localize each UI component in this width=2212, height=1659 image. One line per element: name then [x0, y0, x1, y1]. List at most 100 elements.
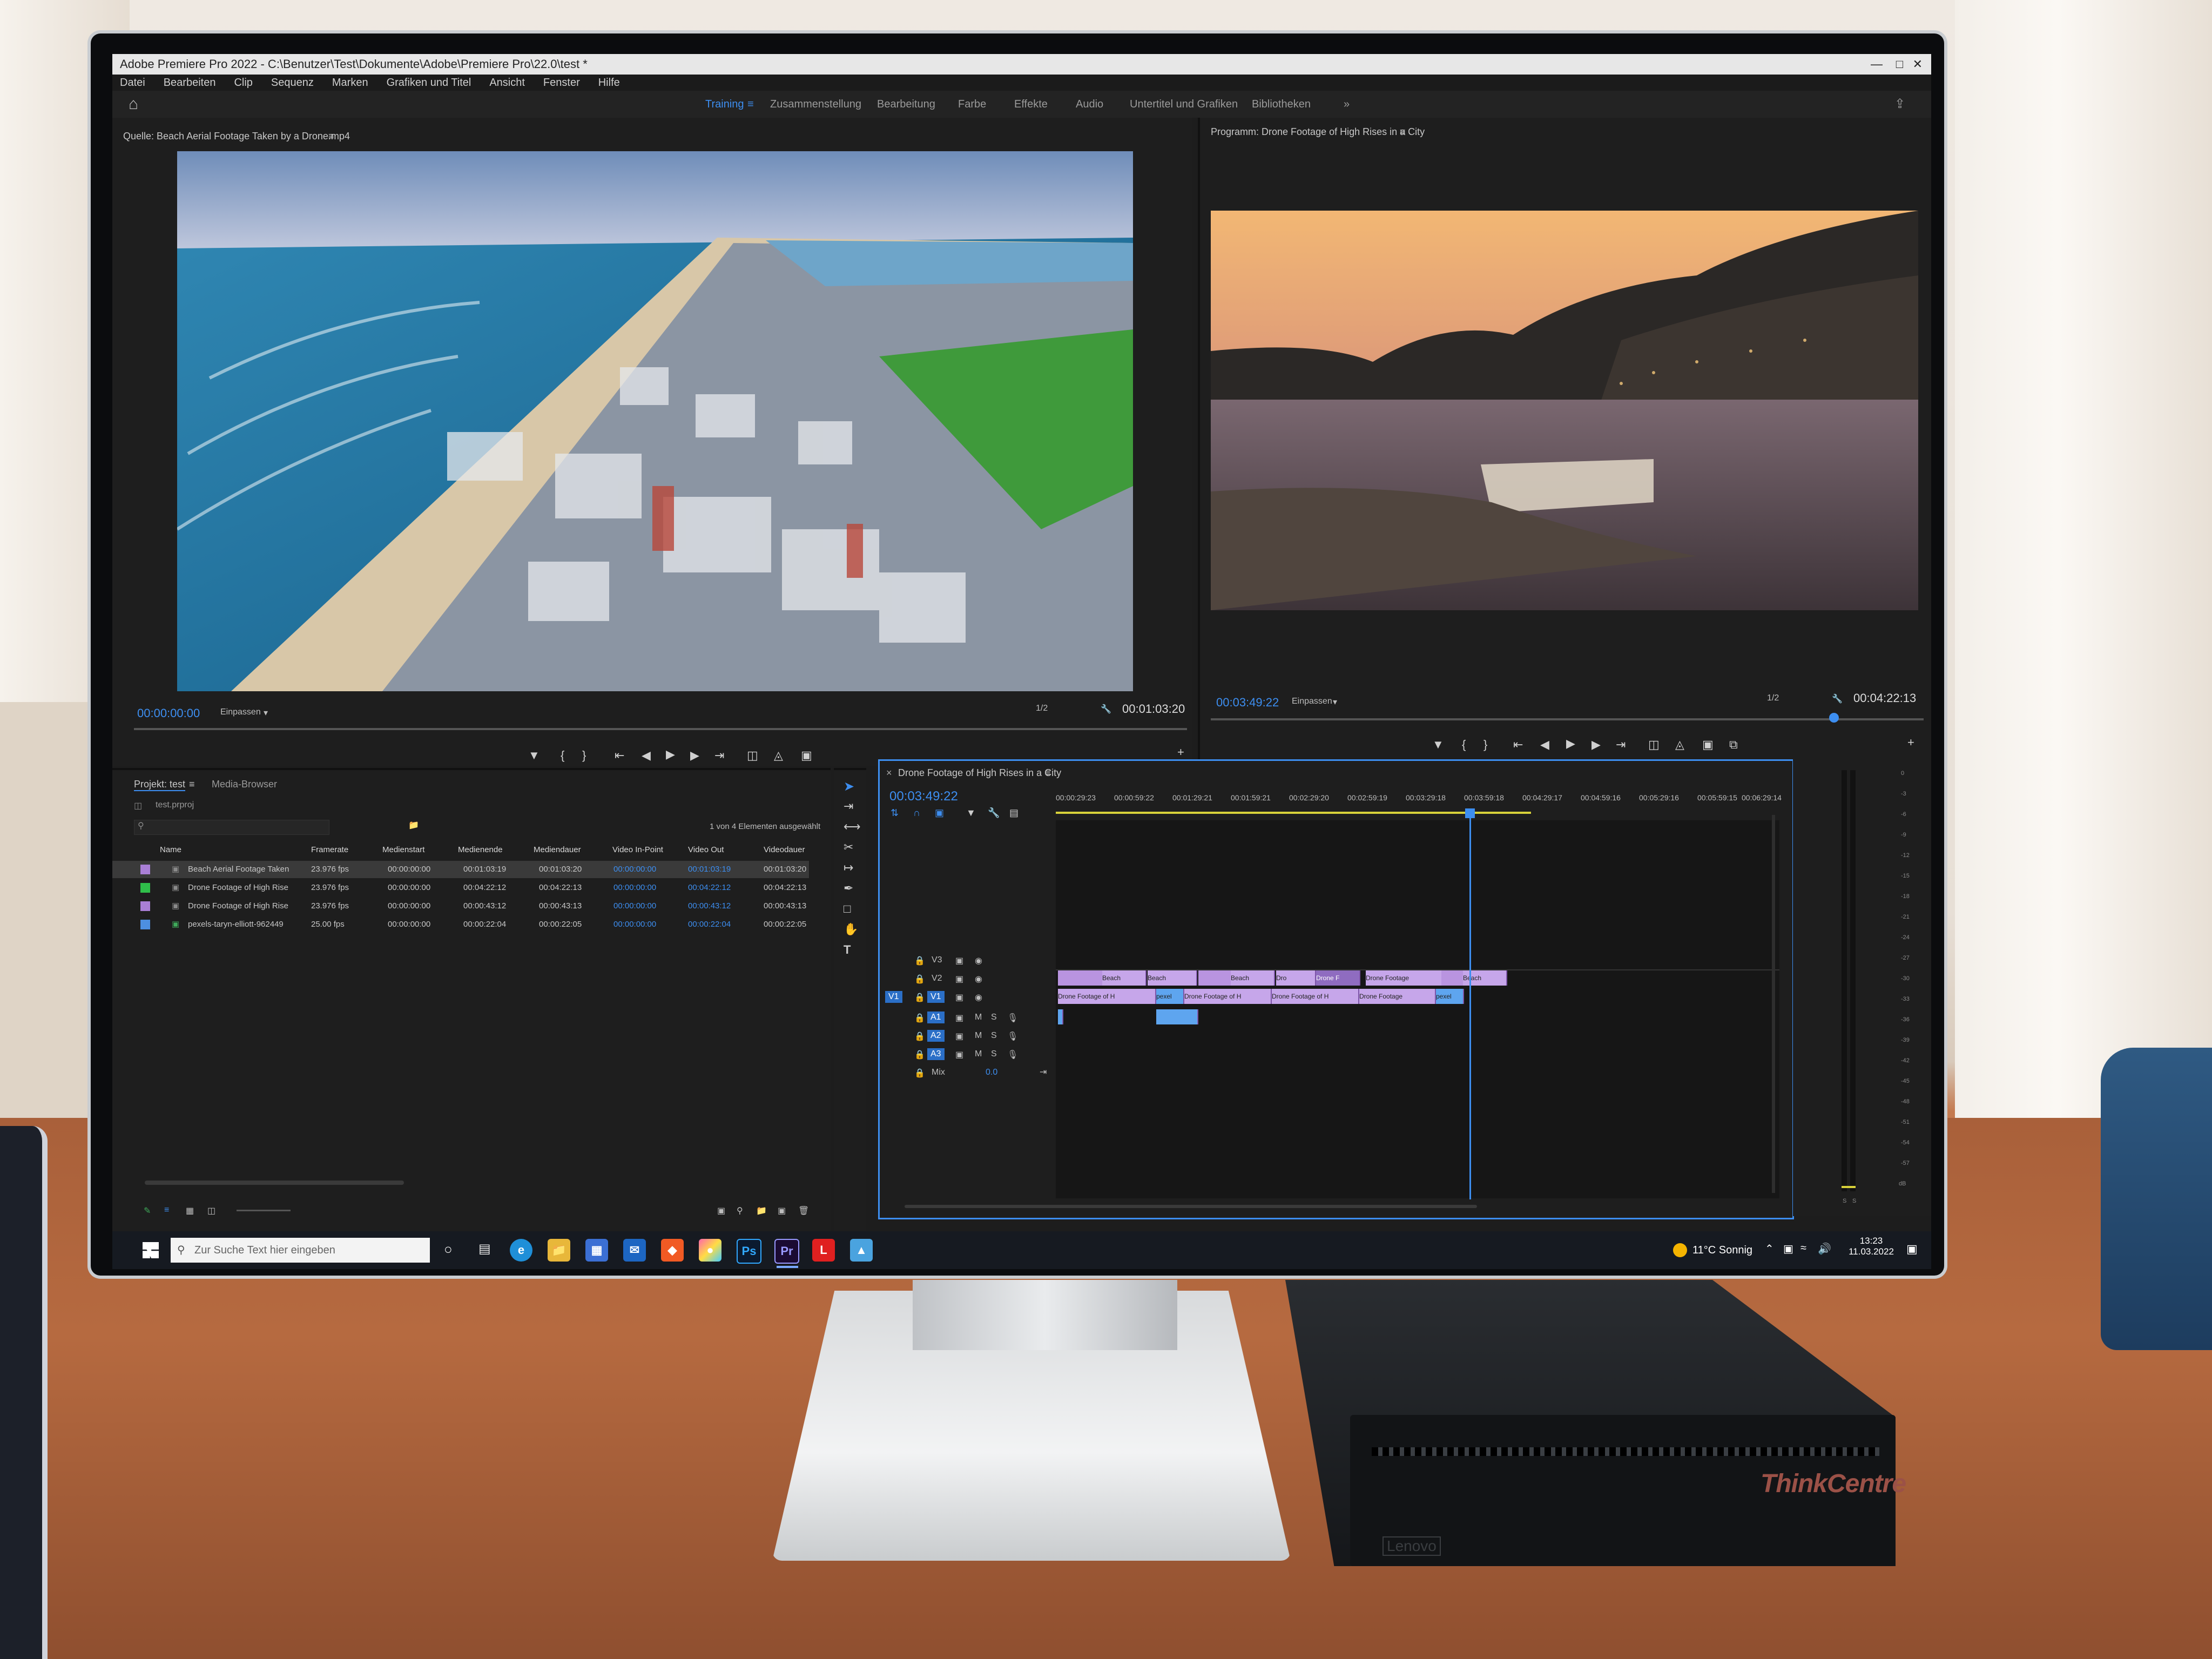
mute-button[interactable]: M — [975, 1049, 982, 1059]
cortana-icon[interactable]: ○ — [444, 1241, 453, 1258]
weather-sun-icon[interactable] — [1673, 1243, 1687, 1257]
project-search-input[interactable]: ⚲ — [134, 820, 329, 835]
solo-button[interactable]: S — [991, 1013, 997, 1022]
menu-fenster[interactable]: Fenster — [543, 77, 580, 89]
clip-in-point[interactable]: 00:00:00:00 — [613, 861, 656, 878]
lock-icon[interactable]: 🔒 — [914, 1031, 925, 1042]
playhead-handle[interactable] — [1465, 808, 1475, 818]
timeline-clip[interactable]: pexel — [1436, 989, 1464, 1004]
folder-icon[interactable]: 📁 — [756, 1205, 767, 1216]
menu-marken[interactable]: Marken — [332, 77, 368, 89]
lock-icon[interactable]: 🔒 — [914, 955, 925, 966]
table-row[interactable]: ▣ Beach Aerial Footage Taken 23.976 fps … — [112, 861, 809, 878]
col-name[interactable]: Name — [160, 841, 181, 859]
file-explorer-icon[interactable]: 📁 — [548, 1239, 570, 1262]
workspace-farbe[interactable]: Farbe — [958, 91, 986, 118]
workspace-zusammenstellung[interactable]: Zusammenstellung — [770, 91, 861, 118]
source-insert-icon[interactable]: ◫ — [747, 748, 758, 763]
workspace-effekte[interactable]: Effekte — [1014, 91, 1048, 118]
clip-name[interactable]: pexels-taryn-elliott-962449 — [188, 916, 284, 933]
program-scrubber[interactable] — [1211, 718, 1924, 720]
timeline-clip[interactable]: Beach — [1231, 970, 1275, 986]
timeline-clip[interactable]: Beach — [1102, 970, 1147, 986]
app-icon[interactable]: ▲ — [850, 1239, 873, 1262]
workspace-untertitel[interactable]: Untertitel und Grafiken — [1130, 91, 1238, 118]
source-overwrite-icon[interactable]: ◬ — [774, 748, 783, 763]
mic-icon[interactable]: 🎙 — [1007, 1049, 1018, 1060]
eye-icon[interactable]: ◉ — [975, 955, 982, 966]
audio-clip[interactable] — [1058, 1009, 1063, 1024]
razor-tool-icon[interactable]: ✂ — [844, 840, 853, 854]
clip-out-point[interactable]: 00:00:22:04 — [688, 916, 731, 933]
track-v1-label[interactable]: V1 — [927, 991, 945, 1003]
notifications-icon[interactable]: ▣ — [1906, 1242, 1918, 1256]
automate-icon[interactable]: ▣ — [717, 1205, 725, 1216]
timeline-timecode[interactable]: 00:03:49:22 — [889, 789, 958, 804]
track-a2-label[interactable]: A2 — [927, 1030, 945, 1042]
program-export-frame-icon[interactable]: ▣ — [1702, 738, 1714, 752]
photos-icon[interactable]: ● — [699, 1239, 721, 1262]
col-framerate[interactable]: Framerate — [311, 841, 348, 859]
track-a1-label[interactable]: A1 — [927, 1011, 945, 1023]
workspace-menu-icon[interactable]: ≡ — [747, 91, 754, 118]
source-wrench-icon[interactable]: 🔧 — [1101, 704, 1111, 714]
label-color-swatch[interactable] — [140, 865, 150, 874]
linked-selection-icon[interactable]: ▣ — [935, 807, 944, 819]
mute-button[interactable]: M — [975, 1031, 982, 1041]
clip-name[interactable]: Drone Footage of High Rise — [188, 898, 288, 915]
volume-icon[interactable]: 🔊 — [1818, 1242, 1831, 1256]
clip-in-point[interactable]: 00:00:00:00 — [613, 916, 656, 933]
program-go-to-out-icon[interactable]: ⇥ — [1616, 738, 1626, 752]
timeline-clip[interactable]: Dro — [1276, 970, 1316, 986]
toggle-sync-icon[interactable]: ▣ — [955, 1049, 963, 1060]
program-mark-in-icon[interactable]: { — [1462, 738, 1466, 752]
source-panel-menu-icon[interactable]: ≡ — [328, 131, 334, 142]
lock-icon[interactable]: 🔒 — [914, 1068, 925, 1078]
lock-icon[interactable]: 🔒 — [914, 992, 925, 1003]
clip-out-point[interactable]: 00:01:03:19 — [688, 861, 731, 878]
timeline-clip[interactable]: Drone Footage — [1366, 970, 1442, 986]
source-timecode[interactable]: 00:00:00:00 — [137, 706, 200, 720]
network-icon[interactable]: ▣ — [1783, 1242, 1793, 1256]
program-fit-chevron-icon[interactable]: ▾ — [1333, 697, 1337, 707]
workspace-audio[interactable]: Audio — [1076, 91, 1103, 118]
source-add-button-icon[interactable]: + — [1177, 745, 1184, 759]
table-row[interactable]: ▣ pexels-taryn-elliott-962449 25.00 fps … — [112, 916, 809, 933]
freeform-view-icon[interactable]: ◫ — [207, 1205, 215, 1216]
clip-out-point[interactable]: 00:04:22:12 — [688, 879, 731, 896]
timeline-settings-icon[interactable]: 🔧 — [988, 807, 1000, 819]
program-mark-out-icon[interactable]: } — [1483, 738, 1487, 752]
new-bin-icon[interactable]: 📁 — [408, 820, 419, 831]
timeline-clip-selected[interactable]: Drone F — [1316, 970, 1360, 986]
label-color-swatch[interactable] — [140, 901, 150, 911]
clip-in-point[interactable]: 00:00:00:00 — [613, 879, 656, 896]
table-row[interactable]: ▣ Drone Footage of High Rise 23.976 fps … — [112, 879, 809, 896]
tab-media-browser[interactable]: Media-Browser — [212, 779, 277, 790]
captions-icon[interactable]: ▤ — [1009, 807, 1019, 819]
program-compare-icon[interactable]: ⧉ — [1729, 738, 1738, 752]
weather-text[interactable]: 11°C Sonnig — [1692, 1244, 1752, 1257]
toggle-sync-icon[interactable]: ▣ — [955, 955, 963, 966]
program-step-back-icon[interactable]: ◀ — [1540, 738, 1549, 752]
tray-chevron-icon[interactable]: ⌃ — [1765, 1242, 1774, 1256]
timeline-clip[interactable]: Beach — [1148, 970, 1197, 986]
menu-bearbeiten[interactable]: Bearbeiten — [164, 77, 216, 89]
toggle-sync-icon[interactable]: ▣ — [955, 992, 963, 1003]
timeline-clip[interactable] — [1441, 970, 1464, 986]
menu-datei[interactable]: Datei — [120, 77, 145, 89]
snap-icon[interactable]: ∩ — [913, 807, 920, 819]
eye-icon[interactable]: ◉ — [975, 992, 982, 1003]
mic-icon[interactable]: 🎙 — [1007, 1013, 1018, 1023]
solo-button[interactable]: S — [991, 1049, 997, 1059]
menu-clip[interactable]: Clip — [234, 77, 252, 89]
col-video-out[interactable]: Video Out — [688, 841, 724, 859]
windows-start-icon[interactable] — [143, 1242, 159, 1258]
program-resolution-select[interactable]: 1/2 — [1767, 693, 1779, 703]
solo-right-button[interactable]: S — [1852, 1198, 1856, 1204]
source-scrubber[interactable] — [134, 728, 1187, 730]
timeline-clip[interactable]: Drone Footage of H — [1272, 989, 1359, 1004]
timeline-horizontal-scrollbar[interactable] — [905, 1205, 1477, 1208]
playhead[interactable] — [1469, 811, 1471, 1199]
timeline-ruler[interactable]: 00:00:29:23 00:00:59:22 00:01:29:21 00:0… — [1056, 783, 1782, 820]
col-medienende[interactable]: Medienende — [458, 841, 503, 859]
